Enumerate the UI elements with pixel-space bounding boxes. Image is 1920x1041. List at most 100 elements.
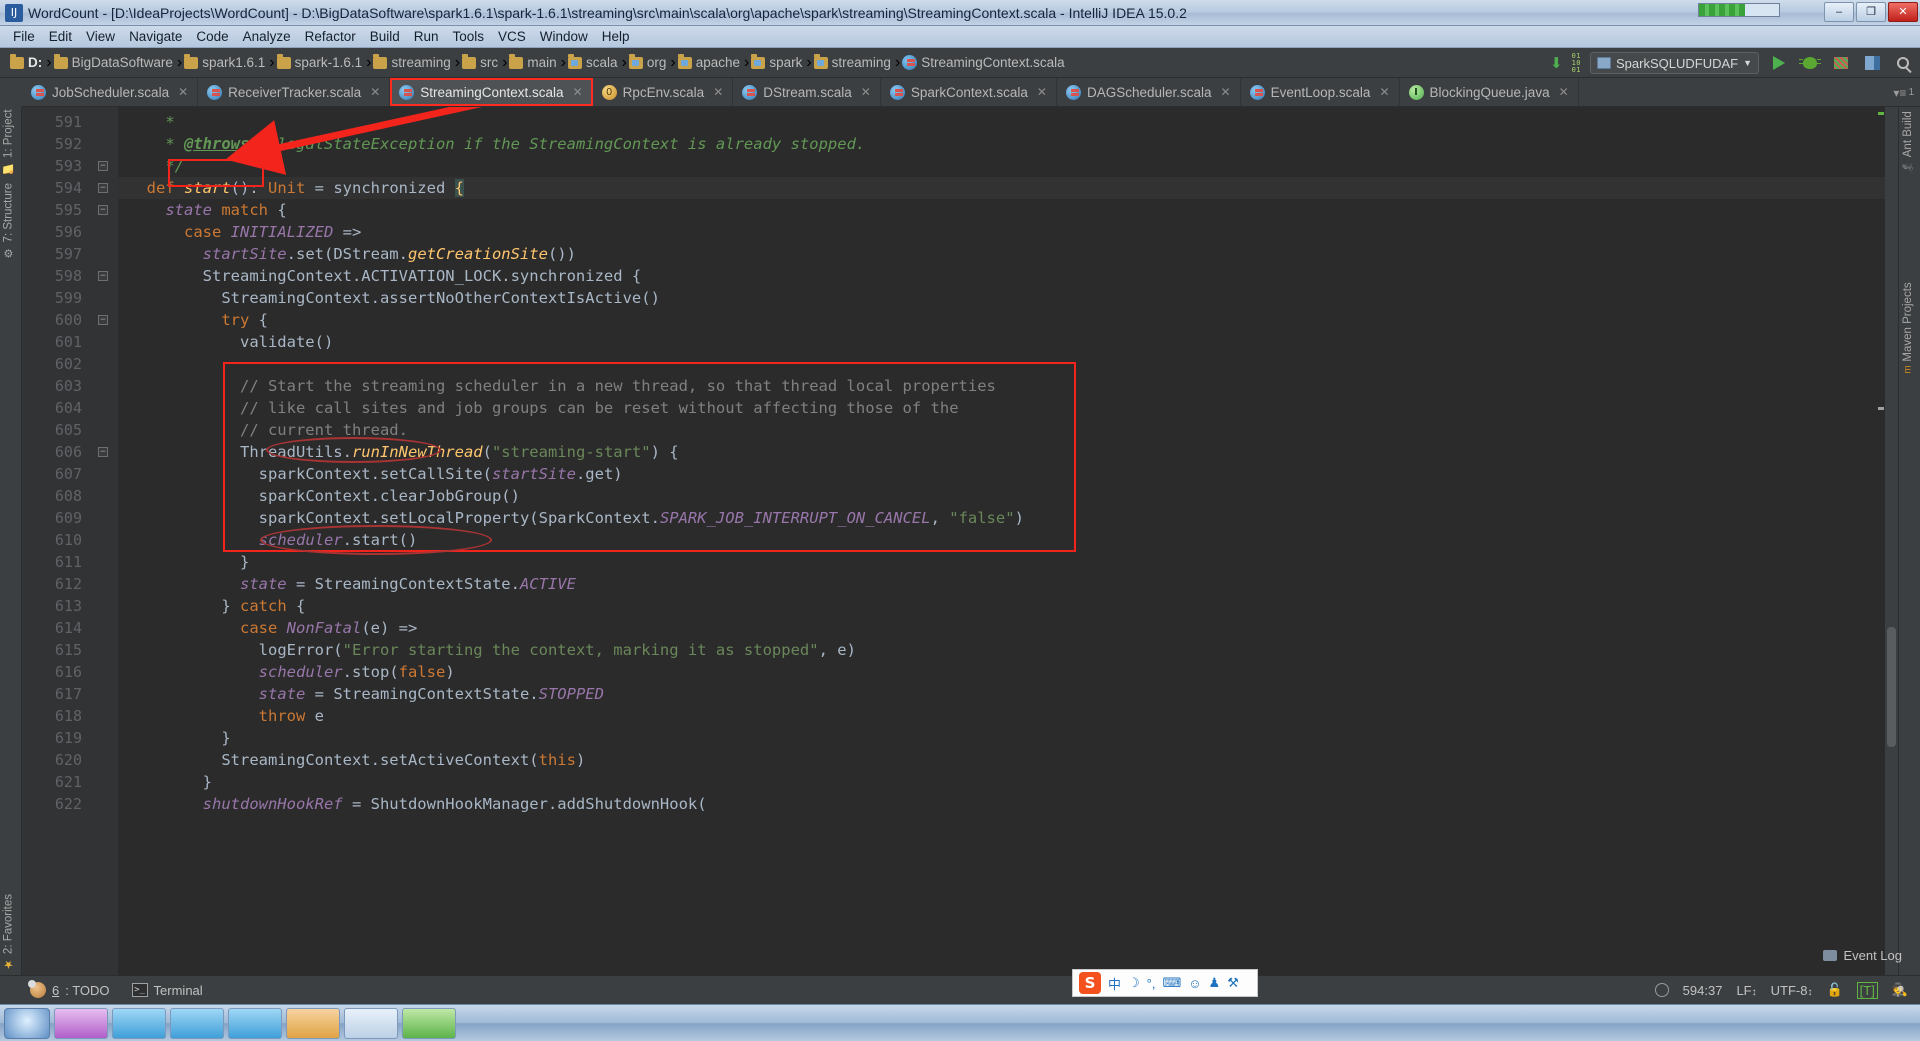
editor-tab-dstream-scala[interactable]: DStream.scala ✕ <box>733 78 881 106</box>
gutter-line-number[interactable]: 618 <box>22 705 118 727</box>
gutter-line-number[interactable]: 615 <box>22 639 118 661</box>
code-line-609[interactable]: sparkContext.setLocalProperty(SparkConte… <box>118 507 1898 529</box>
tool-window-todo[interactable]: 6: TODO <box>28 980 110 998</box>
menu-item-build[interactable]: Build <box>363 27 407 46</box>
sidebar-item-project[interactable]: 📁 1: Project <box>2 109 16 175</box>
code-line-620[interactable]: StreamingContext.setActiveContext(this) <box>118 749 1898 771</box>
close-button[interactable]: ✕ <box>1888 2 1918 22</box>
editor-tab-streamingcontext-scala[interactable]: StreamingContext.scala ✕ <box>390 78 593 106</box>
event-log-button[interactable]: Event Log <box>1823 948 1902 963</box>
ime-item-3[interactable]: ⌨ <box>1162 975 1181 991</box>
run-button[interactable] <box>1768 52 1790 74</box>
close-icon[interactable]: ✕ <box>178 85 188 99</box>
code-line-610[interactable]: scheduler.start() <box>118 529 1898 551</box>
close-icon[interactable]: ✕ <box>1559 85 1569 99</box>
fold-toggle-icon[interactable]: − <box>98 315 108 325</box>
code-line-605[interactable]: // current thread. <box>118 419 1898 441</box>
sidebar-item-maven-projects[interactable]: m Maven Projects <box>1902 282 1914 374</box>
code-line-619[interactable]: } <box>118 727 1898 749</box>
editor-gutter[interactable]: 591 592 593−594−595−596 597 598−599 600−601 60… <box>22 107 118 975</box>
gutter-line-number[interactable]: 607 <box>22 463 118 485</box>
hector-icon[interactable]: 🕵 <box>1892 982 1908 998</box>
code-line-618[interactable]: throw e <box>118 705 1898 727</box>
editor-tab-eventloop-scala[interactable]: EventLoop.scala ✕ <box>1241 78 1400 106</box>
code-line-615[interactable]: logError("Error starting the context, ma… <box>118 639 1898 661</box>
code-line-603[interactable]: // Start the streaming scheduler in a ne… <box>118 375 1898 397</box>
code-line-597[interactable]: startSite.set(DStream.getCreationSite()) <box>118 243 1898 265</box>
menu-item-analyze[interactable]: Analyze <box>236 27 298 46</box>
breadcrumb-item-main[interactable]: main <box>507 53 560 71</box>
sidebar-item-ant-build[interactable]: 🐜 Ant Build <box>1902 111 1914 173</box>
menu-item-refactor[interactable]: Refactor <box>298 27 363 46</box>
fold-toggle-icon[interactable]: − <box>98 271 108 281</box>
menu-item-navigate[interactable]: Navigate <box>122 27 189 46</box>
close-icon[interactable]: ✕ <box>1379 85 1389 99</box>
fold-toggle-icon[interactable]: − <box>98 161 108 171</box>
gutter-line-number[interactable]: 614 <box>22 617 118 639</box>
toolbar-actions[interactable]: ⬇ 01 10 01 SparkSQLUDFUDAF ▼ <box>1550 48 1914 78</box>
code-content[interactable]: * * @throws IllegalStateException if the… <box>118 107 1898 815</box>
gutter-line-number[interactable]: 606− <box>22 441 118 463</box>
gutter-line-number[interactable]: 592 <box>22 133 118 155</box>
scrollbar-thumb[interactable] <box>1887 627 1896 747</box>
gutter-line-number[interactable]: 604 <box>22 397 118 419</box>
breadcrumb-item-streaming[interactable]: streaming <box>812 53 895 71</box>
code-editor[interactable]: * * @throws IllegalStateException if the… <box>118 107 1898 975</box>
breadcrumb-item-spark1-6-1[interactable]: spark1.6.1 <box>182 53 269 71</box>
fold-toggle-icon[interactable]: − <box>98 183 108 193</box>
menu-item-view[interactable]: View <box>79 27 122 46</box>
editor-vertical-scrollbar[interactable] <box>1885 107 1898 975</box>
close-icon[interactable]: ✕ <box>1037 85 1047 99</box>
coverage-button[interactable] <box>1830 52 1852 74</box>
run-configuration-selector[interactable]: SparkSQLUDFUDAF ▼ <box>1590 52 1759 74</box>
breadcrumb-item-streaming[interactable]: streaming <box>371 53 454 71</box>
editor-tab-receivertracker-scala[interactable]: ReceiverTracker.scala ✕ <box>198 78 391 106</box>
breadcrumb[interactable]: D: › BigDataSoftware › spark1.6.1 › spark-1.6.… <box>8 53 1069 72</box>
breadcrumb-item-scala[interactable]: scala <box>566 53 622 71</box>
code-line-611[interactable]: } <box>118 551 1898 573</box>
ime-language-bar[interactable]: S 中 ☽ °, ⌨ ☺ ♟ ⚒ <box>1072 969 1258 997</box>
code-line-599[interactable]: StreamingContext.assertNoOtherContextIsA… <box>118 287 1898 309</box>
tool-window-terminal[interactable]: >_ Terminal <box>131 983 203 998</box>
code-line-594[interactable]: def start(): Unit = synchronized { <box>118 177 1898 199</box>
code-line-606[interactable]: ThreadUtils.runInNewThread("streaming-st… <box>118 441 1898 463</box>
gutter-line-number[interactable]: 597 <box>22 243 118 265</box>
code-line-596[interactable]: case INITIALIZED => <box>118 221 1898 243</box>
gutter-line-number[interactable]: 600− <box>22 309 118 331</box>
gutter-line-number[interactable]: 621 <box>22 771 118 793</box>
memory-gauge-icon[interactable] <box>1654 983 1669 997</box>
code-line-593[interactable]: */ <box>118 155 1898 177</box>
breadcrumb-item-src[interactable]: src <box>460 53 502 71</box>
gutter-line-number[interactable]: 599 <box>22 287 118 309</box>
code-line-604[interactable]: // like call sites and job groups can be… <box>118 397 1898 419</box>
gutter-line-number[interactable]: 601 <box>22 331 118 353</box>
editor-tab-blockingqueue-java[interactable]: BlockingQueue.java ✕ <box>1400 78 1579 106</box>
ime-item-6[interactable]: ⚒ <box>1227 975 1239 991</box>
status-bar-right[interactable]: 594:37 LF↕ UTF-8↕ 🔓 [T] 🕵 <box>1654 981 1908 999</box>
code-line-613[interactable]: } catch { <box>118 595 1898 617</box>
taskbar-item-5[interactable] <box>286 1007 340 1039</box>
search-icon[interactable] <box>1892 52 1914 74</box>
status-tool-bar[interactable]: 6: TODO >_ Terminal Event Log 594:37 LF↕… <box>0 948 1920 1004</box>
code-line-591[interactable]: * <box>118 111 1898 133</box>
gutter-line-number[interactable]: 616 <box>22 661 118 683</box>
close-icon[interactable]: ✕ <box>713 85 723 99</box>
maximize-button[interactable]: ❐ <box>1856 2 1886 22</box>
gutter-line-number[interactable]: 602 <box>22 353 118 375</box>
gutter-line-number[interactable]: 605 <box>22 419 118 441</box>
code-line-598[interactable]: StreamingContext.ACTIVATION_LOCK.synchro… <box>118 265 1898 287</box>
menu-item-run[interactable]: Run <box>407 27 446 46</box>
code-line-614[interactable]: case NonFatal(e) => <box>118 617 1898 639</box>
window-controls[interactable]: – ❐ ✕ <box>1824 2 1918 22</box>
breadcrumb-item-apache[interactable]: apache <box>676 53 744 71</box>
taskbar-item-2[interactable] <box>112 1007 166 1039</box>
gutter-line-number[interactable]: 603 <box>22 375 118 397</box>
code-line-622[interactable]: shutdownHookRef = ShutdownHookManager.ad… <box>118 793 1898 815</box>
windows-taskbar[interactable] <box>0 1004 1920 1041</box>
menu-item-help[interactable]: Help <box>595 27 637 46</box>
menu-item-tools[interactable]: Tools <box>446 27 492 46</box>
code-line-608[interactable]: sparkContext.clearJobGroup() <box>118 485 1898 507</box>
chevron-down-icon[interactable]: ▼ <box>1743 58 1752 68</box>
minimize-button[interactable]: – <box>1824 2 1854 22</box>
breadcrumb-item-org[interactable]: org <box>627 53 671 71</box>
